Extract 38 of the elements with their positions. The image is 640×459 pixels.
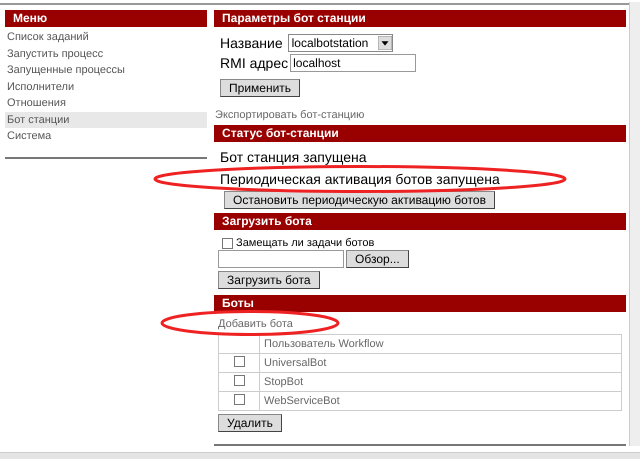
apply-button[interactable]: Применить	[220, 79, 300, 97]
menu-item[interactable]: Исполнители	[5, 78, 208, 95]
checkbox[interactable]	[234, 375, 245, 386]
checkbox[interactable]	[234, 356, 245, 367]
menu-item[interactable]: Бот станции	[5, 112, 208, 128]
name-label: Название	[220, 35, 283, 51]
menu-item[interactable]: Список заданий	[5, 29, 208, 46]
export-link[interactable]: Экспортировать бот-станцию	[215, 109, 626, 121]
scrollbar[interactable]	[629, 2, 640, 446]
table-cell: UniversalBot	[260, 354, 622, 372]
column-header: Пользователь Workflow	[260, 334, 622, 354]
checkbox[interactable]	[234, 394, 245, 405]
rmi-label: RMI адрес	[220, 55, 288, 71]
section-header: Статус бот-станции	[214, 125, 626, 142]
browse-button[interactable]: Обзор...	[346, 250, 409, 268]
status-text: Бот станция запущена	[220, 148, 367, 167]
table-cell: WebServiceBot	[260, 392, 622, 410]
replace-tasks-label: Замещать ли задачи ботов	[236, 237, 374, 249]
menu-item[interactable]: Запущенные процессы	[5, 62, 208, 78]
scrollbar[interactable]	[0, 452, 640, 459]
upload-button[interactable]: Загрузить бота	[218, 271, 320, 289]
name-dropdown[interactable]: localbotstation	[288, 34, 393, 52]
delete-button[interactable]: Удалить	[218, 414, 282, 432]
section-header: Боты	[214, 295, 626, 312]
stop-activation-button[interactable]: Остановить периодическую активацию ботов	[224, 191, 495, 209]
add-bot-link[interactable]: Добавить бота	[218, 318, 293, 330]
menu-item[interactable]: Запустить процесс	[5, 46, 208, 62]
checkbox[interactable]	[222, 238, 234, 248]
status-text: Периодическая активация ботов запущена	[220, 170, 500, 189]
file-path-field[interactable]	[218, 250, 344, 268]
section-header: Загрузить бота	[214, 213, 626, 230]
dropdown-arrow-icon[interactable]	[378, 36, 392, 50]
menu-item[interactable]: Отношения	[5, 95, 208, 112]
rmi-address-field[interactable]: localhost	[290, 54, 416, 72]
menu-item[interactable]: Система	[5, 128, 208, 144]
section-header: Параметры бот станции	[214, 10, 626, 27]
menu-header: Меню	[5, 10, 208, 27]
table-cell: StopBot	[260, 372, 622, 392]
